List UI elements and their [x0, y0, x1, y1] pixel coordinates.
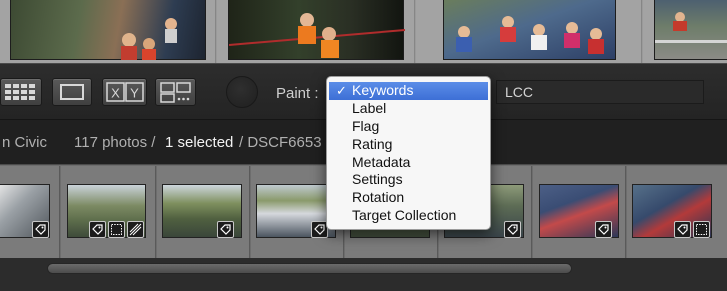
painter-spray-can-button[interactable]: [226, 76, 258, 108]
menu-item-settings[interactable]: Settings: [327, 171, 490, 189]
filmstrip-cell[interactable]: [533, 166, 626, 258]
menu-item-flag[interactable]: Flag: [327, 118, 490, 136]
metadata-icon[interactable]: [693, 221, 710, 238]
grid-thumbnail-boat-3[interactable]: [443, 0, 616, 60]
svg-text:X: X: [111, 86, 120, 101]
grid-cell[interactable]: [416, 0, 642, 63]
photo-count: 117 photos /: [74, 134, 156, 151]
menu-item-label: Metadata: [352, 153, 411, 170]
menu-item-target-collection[interactable]: Target Collection: [327, 207, 490, 225]
grid-view-button[interactable]: [0, 78, 42, 106]
menu-item-rating[interactable]: Rating: [327, 136, 490, 154]
grid-view-area: [0, 0, 727, 63]
grid-icon: [5, 84, 35, 100]
filmstrip-cell[interactable]: [157, 166, 250, 258]
filmstrip-cell[interactable]: [0, 166, 60, 258]
menu-item-label: Keywords: [352, 82, 414, 98]
metadata-icon[interactable]: [108, 221, 125, 238]
filmstrip-scroll-thumb[interactable]: [47, 263, 572, 274]
grid-thumbnail-boat-4[interactable]: [654, 0, 727, 60]
grid-thumbnail-boat-2[interactable]: [228, 0, 405, 60]
source-name[interactable]: n Civic: [2, 134, 47, 151]
menu-item-rotation[interactable]: Rotation: [327, 189, 490, 207]
keyword-tag-icon[interactable]: [217, 221, 234, 238]
keyword-tag-icon[interactable]: [674, 221, 691, 238]
grid-cell[interactable]: [643, 0, 727, 63]
menu-item-keywords[interactable]: ✓ Keywords: [329, 82, 488, 100]
keyword-tag-icon[interactable]: [595, 221, 612, 238]
loupe-icon: [60, 84, 84, 100]
survey-view-button[interactable]: [155, 78, 196, 106]
paint-label: Paint :: [276, 85, 319, 102]
develop-settings-icon[interactable]: [127, 221, 144, 238]
menu-item-label: Settings: [352, 171, 403, 188]
menu-item-metadata[interactable]: Metadata: [327, 154, 490, 172]
checkmark-icon: ✓: [336, 83, 347, 98]
selected-file-name: / DSCF6653: [239, 134, 322, 151]
menu-item-label: Rotation: [352, 189, 405, 206]
menu-item-label: Label: [352, 99, 387, 116]
keyword-tag-icon[interactable]: [89, 221, 106, 238]
keyword-tag-icon[interactable]: [32, 221, 49, 238]
paint-dropdown-menu: ✓ Keywords Label Flag Rating Metadata Se…: [326, 76, 491, 230]
survey-icon: [159, 82, 191, 103]
selected-count: 1 selected: [165, 134, 234, 151]
filmstrip-cell[interactable]: [61, 166, 156, 258]
filmstrip-scrollbar[interactable]: [0, 258, 727, 291]
compare-xy-icon: X Y: [105, 82, 144, 102]
compare-view-button[interactable]: X Y: [102, 78, 147, 106]
grid-thumbnail-boat-1[interactable]: [10, 0, 206, 60]
loupe-view-button[interactable]: [52, 78, 92, 106]
grid-cell[interactable]: [217, 0, 415, 63]
menu-item-label[interactable]: Label: [327, 100, 490, 118]
menu-item-label: Target Collection: [352, 207, 457, 224]
paint-keyword-field[interactable]: LCC: [496, 80, 704, 104]
filmstrip-cell[interactable]: [627, 166, 727, 258]
svg-text:Y: Y: [130, 86, 139, 101]
grid-cell[interactable]: [0, 0, 216, 63]
menu-item-label: Flag: [352, 117, 380, 134]
keyword-tag-icon[interactable]: [504, 221, 521, 238]
menu-item-label: Rating: [352, 135, 393, 152]
